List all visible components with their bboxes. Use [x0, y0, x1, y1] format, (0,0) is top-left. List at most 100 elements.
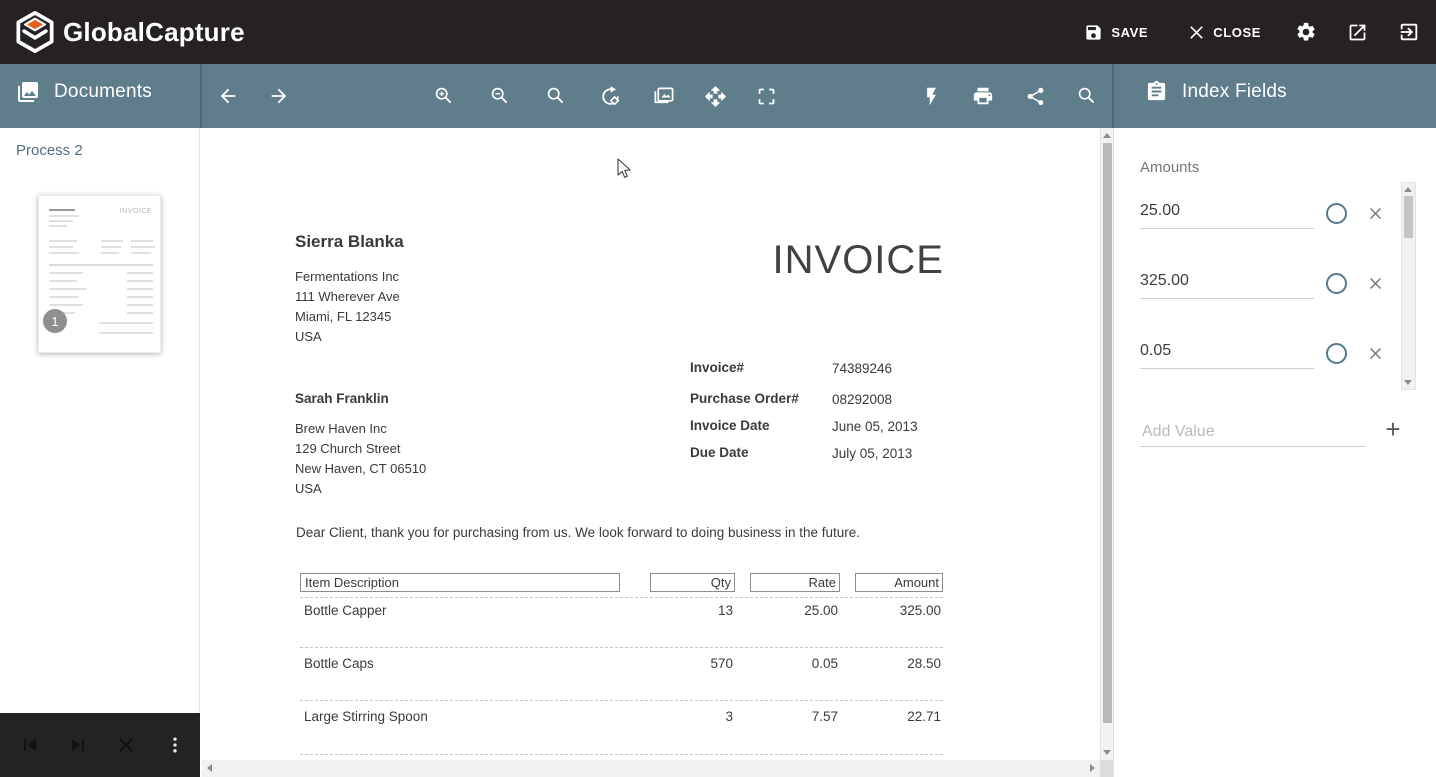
- scroll-down-arrow[interactable]: [1103, 750, 1111, 755]
- last-page-button[interactable]: [66, 733, 90, 757]
- invoice-from-name: Sierra Blanka: [295, 232, 404, 252]
- table-cell-rate: 25.00: [750, 603, 838, 619]
- invoice-title: INVOICE: [773, 238, 944, 283]
- amount-field-value[interactable]: 325.00: [1140, 272, 1314, 290]
- sidebar-bottom-bar: [0, 713, 200, 777]
- open-in-new-icon: [1347, 22, 1368, 43]
- invoice-meta-label: Invoice#: [690, 360, 744, 375]
- delete-page-button[interactable]: [114, 733, 138, 757]
- table-cell-amount: 325.00: [855, 603, 941, 619]
- table-header-rate: Rate: [750, 573, 840, 592]
- table-header-item-description: Item Description: [300, 573, 620, 592]
- index-fields-header: Index Fields: [1145, 80, 1287, 103]
- print-button[interactable]: [963, 76, 1003, 116]
- documents-label: Documents: [54, 81, 152, 103]
- table-divider: [300, 597, 943, 598]
- save-button[interactable]: SAVE: [1084, 23, 1148, 42]
- logout-button[interactable]: [1398, 21, 1420, 43]
- table-cell-qty: 570: [650, 656, 733, 672]
- table-divider: [300, 754, 943, 755]
- table-header-qty: Qty: [650, 573, 735, 592]
- close-icon: [1188, 24, 1205, 41]
- rotate-button[interactable]: [590, 76, 630, 116]
- search-button[interactable]: [1067, 76, 1107, 116]
- table-cell-amount: 28.50: [855, 656, 941, 672]
- table-cell-description: Bottle Caps: [304, 656, 374, 672]
- horizontal-scrollbar[interactable]: [202, 760, 1100, 777]
- amounts-group-label: Amounts: [1140, 159, 1199, 176]
- field-underline: [1140, 298, 1314, 299]
- document-viewer[interactable]: Sierra Blanka Fermentations Inc 111 Wher…: [202, 128, 1100, 760]
- field-locate-radio[interactable]: [1326, 203, 1347, 224]
- save-label: SAVE: [1111, 25, 1148, 40]
- invoice-from-address: Fermentations Inc 111 Wherever Ave Miami…: [295, 267, 400, 347]
- table-cell-rate: 7.57: [750, 709, 838, 725]
- table-cell-qty: 13: [650, 603, 733, 619]
- process-flash-button[interactable]: [911, 76, 951, 116]
- close-button[interactable]: CLOSE: [1188, 24, 1261, 41]
- exit-icon: [1398, 21, 1420, 43]
- fullscreen-button[interactable]: [746, 76, 786, 116]
- share-button[interactable]: [1015, 76, 1055, 116]
- scrollbar-corner: [1100, 760, 1113, 777]
- documents-header: Documents: [16, 80, 152, 104]
- zoom-out-button[interactable]: [480, 76, 520, 116]
- invoice-meta-value: July 05, 2013: [832, 446, 912, 461]
- zoom-in-button[interactable]: [424, 76, 464, 116]
- panel-scrollbar[interactable]: [1401, 182, 1416, 390]
- save-icon: [1084, 23, 1103, 42]
- app-title: GlobalCapture: [63, 17, 245, 48]
- clipboard-icon: [1145, 80, 1168, 103]
- field-delete-button[interactable]: [1367, 205, 1384, 227]
- invoice-meta-label: Purchase Order#: [690, 391, 799, 406]
- field-underline: [1140, 228, 1314, 229]
- invoice-meta-label: Invoice Date: [690, 418, 770, 433]
- toolbar-divider-right: [1112, 64, 1114, 128]
- panel-scroll-down-arrow[interactable]: [1404, 380, 1412, 385]
- add-value-input[interactable]: [1140, 418, 1366, 447]
- invoice-to-address: Brew Haven Inc 129 Church Street New Hav…: [295, 419, 426, 499]
- globalcapture-logo-icon: [15, 10, 55, 54]
- field-delete-button[interactable]: [1367, 275, 1384, 297]
- invoice-meta-value: 74389246: [832, 361, 892, 376]
- panel-scrollbar-thumb[interactable]: [1404, 196, 1413, 238]
- settings-button[interactable]: [1295, 21, 1317, 43]
- previous-document-button[interactable]: [208, 76, 248, 116]
- index-fields-title: Index Fields: [1182, 81, 1287, 103]
- gear-icon: [1295, 21, 1317, 43]
- amount-field-value[interactable]: 25.00: [1140, 202, 1314, 220]
- table-cell-qty: 3: [650, 709, 733, 725]
- thumbnail-invoice-text: INVOICE: [120, 208, 152, 215]
- table-divider: [300, 700, 943, 701]
- pan-button[interactable]: [695, 76, 735, 116]
- field-underline: [1140, 368, 1314, 369]
- more-options-button[interactable]: [163, 733, 187, 757]
- panel-scroll-up-arrow[interactable]: [1404, 187, 1412, 192]
- toolbar-divider: [200, 64, 202, 128]
- field-locate-radio[interactable]: [1326, 273, 1347, 294]
- amount-field-value[interactable]: 0.05: [1140, 342, 1314, 360]
- page-thumbnail[interactable]: INVOICE 1: [38, 195, 161, 353]
- invoice-meta-label: Due Date: [690, 445, 749, 460]
- zoom-reset-button[interactable]: [536, 76, 576, 116]
- open-in-new-button[interactable]: [1347, 22, 1368, 43]
- page-thumbnails-button[interactable]: [643, 76, 683, 116]
- scroll-right-arrow[interactable]: [1090, 764, 1095, 772]
- vertical-scrollbar-thumb[interactable]: [1103, 143, 1112, 723]
- page-number-badge: 1: [43, 309, 67, 333]
- add-value-button[interactable]: +: [1380, 416, 1406, 442]
- table-cell-description: Large Stirring Spoon: [304, 709, 428, 725]
- brand: GlobalCapture: [0, 10, 245, 54]
- next-document-button[interactable]: [259, 76, 299, 116]
- table-header-amount: Amount: [855, 573, 943, 592]
- table-cell-description: Bottle Capper: [304, 603, 387, 619]
- vertical-scrollbar[interactable]: [1100, 128, 1113, 760]
- top-app-bar: GlobalCapture SAVE CLOSE: [0, 0, 1436, 64]
- scroll-up-arrow[interactable]: [1103, 133, 1111, 138]
- table-cell-rate: 0.05: [750, 656, 838, 672]
- scroll-left-arrow[interactable]: [207, 764, 212, 772]
- field-locate-radio[interactable]: [1326, 343, 1347, 364]
- thumbnail-content: [49, 209, 75, 211]
- field-delete-button[interactable]: [1367, 345, 1384, 367]
- first-page-button[interactable]: [18, 733, 42, 757]
